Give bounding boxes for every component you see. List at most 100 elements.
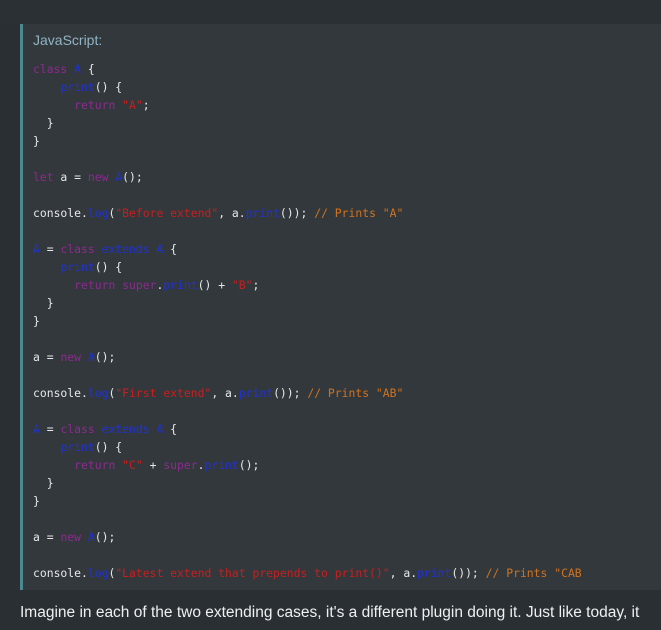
code-token: a = [33,350,61,364]
prose-paragraph: Imagine in each of the two extending cas… [20,604,640,621]
code-token: log [87,206,109,220]
code-token: class [33,62,68,76]
code-token: a = [53,170,88,184]
code-token: super [163,458,198,472]
code-token: print [60,80,95,94]
code-line: a = new A(); [33,528,582,546]
code-token: console. [33,566,88,580]
code-token: class [60,242,95,256]
code-token: () { [94,80,123,94]
code-token: ()); [279,206,315,220]
code-line: return super.print() + "B"; [33,276,582,294]
code-token: new [60,350,82,364]
code-line: print() { [33,438,582,456]
code-token: , a. [218,206,246,220]
code-token: extends [101,422,150,436]
code-token: { [163,422,178,436]
code-line: print() { [33,258,582,276]
code-line: a = new A(); [33,348,582,366]
code-token: return [74,278,116,292]
code-token: "B" [231,278,253,292]
code-token: ()); [451,566,486,580]
code-line: A = class extends A { [33,240,582,258]
code-token: // Prints "A" [314,206,404,220]
code-token: console. [33,206,88,220]
code-token: print [60,260,95,274]
code-token: A [87,350,95,364]
code-line: print() { [33,78,582,96]
code-token: (); [122,170,143,184]
code-line: class A { [33,60,582,78]
code-token: , a. [211,386,239,400]
code-line: } [33,132,582,150]
code-content: class A { print() { return "A"; }} let a … [33,60,582,582]
code-token: log [87,386,109,400]
code-token: } [33,494,40,508]
code-token: print [204,458,239,472]
code-token: { [163,242,178,256]
code-token: "Before extend" [115,206,219,220]
code-token: print [245,206,280,220]
code-language-label: JavaScript: [33,32,103,48]
code-token: } [33,296,54,310]
code-token: return [74,98,116,112]
code-token: ()); [273,386,308,400]
code-token: (); [94,350,116,364]
code-token: a = [33,530,61,544]
code-token: = [39,242,61,256]
code-token: class [60,422,95,436]
code-line: return "A"; [33,96,582,114]
code-token: { [81,62,95,76]
code-line: console.log("Latest extend that prepends… [33,564,582,582]
code-line: } [33,492,582,510]
code-token: print [163,278,198,292]
code-line: } [33,312,582,330]
code-token: A [87,530,95,544]
code-token: print [417,566,452,580]
code-token: = [39,422,61,436]
code-token: print [60,440,95,454]
code-token: ; [142,98,150,112]
code-token: A [33,242,40,256]
code-token: return [74,458,116,472]
code-token: let [33,170,54,184]
code-line: A = class extends A { [33,420,582,438]
code-token: (); [94,530,116,544]
code-token: extends [101,242,150,256]
top-strip [0,0,661,24]
code-line: } [33,114,582,132]
code-token: } [33,314,40,328]
code-token: print [238,386,274,400]
code-token: "C" [122,458,143,472]
code-token: } [33,134,40,148]
code-token: , a. [389,566,418,580]
code-token: } [33,476,54,490]
code-token: () { [94,440,123,454]
code-token: super [122,278,157,292]
code-token: () + [197,278,232,292]
code-block: JavaScript: class A { print() { return "… [20,24,661,590]
code-token: // Prints "AB" [307,386,404,400]
code-token: console. [33,386,88,400]
code-token: } [33,116,54,130]
code-token: new [87,170,109,184]
code-token: (); [238,458,260,472]
code-token: ; [252,278,260,292]
